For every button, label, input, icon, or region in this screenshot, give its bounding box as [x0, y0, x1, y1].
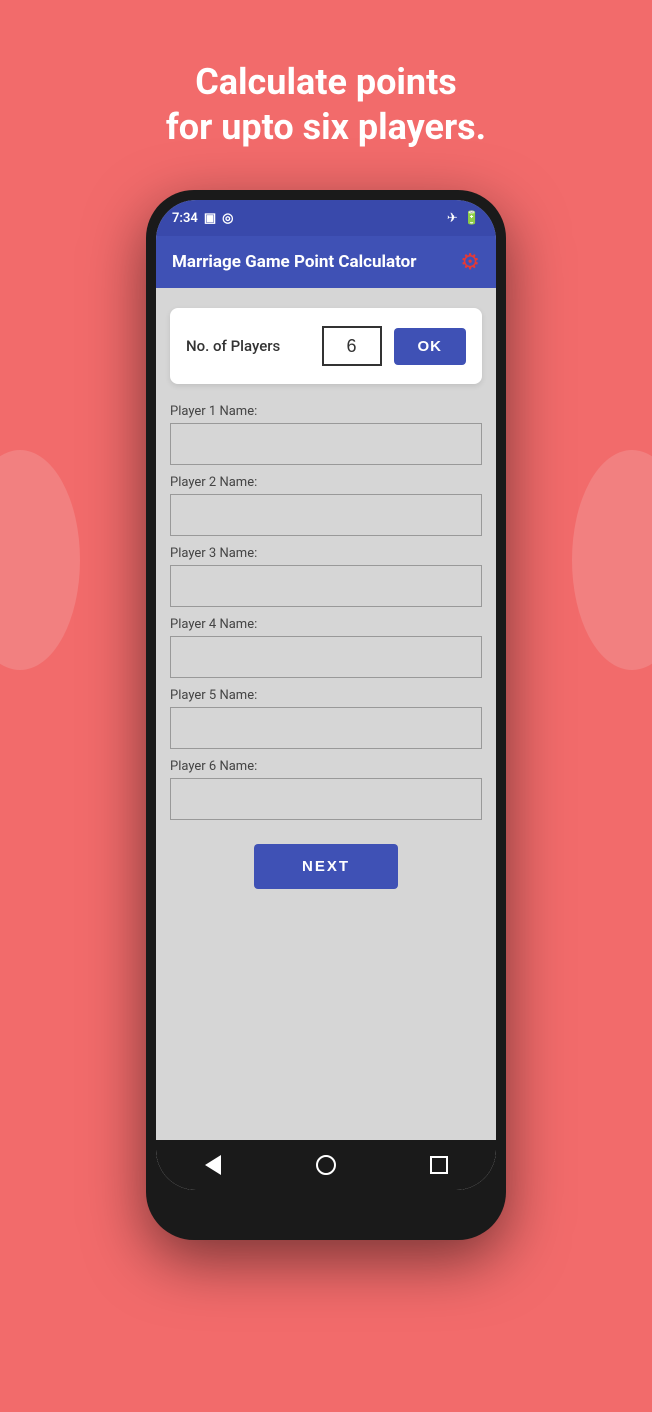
ok-button[interactable]: OK	[394, 328, 467, 365]
nav-home-button[interactable]	[312, 1151, 340, 1179]
nav-recents-button[interactable]	[425, 1151, 453, 1179]
player-4-label: Player 4 Name:	[170, 617, 482, 632]
airplane-icon: ✈	[447, 211, 458, 226]
player-5-input[interactable]	[170, 707, 482, 749]
player-4-input[interactable]	[170, 636, 482, 678]
back-icon	[205, 1155, 221, 1175]
player-6-label: Player 6 Name:	[170, 759, 482, 774]
blob-left-decoration	[0, 450, 80, 670]
player-3-group: Player 3 Name:	[170, 546, 482, 607]
phone-screen: 7:34 ▣ ◎ ✈ 🔋 Marriage Game Point Calcula…	[156, 200, 496, 1190]
player-6-input[interactable]	[170, 778, 482, 820]
nav-back-button[interactable]	[199, 1151, 227, 1179]
home-icon	[316, 1155, 336, 1175]
players-count-card: No. of Players OK	[170, 308, 482, 384]
sim-icon: ▣	[204, 211, 216, 226]
app-title: Marriage Game Point Calculator	[172, 252, 416, 272]
player-1-input[interactable]	[170, 423, 482, 465]
player-5-group: Player 5 Name:	[170, 688, 482, 749]
status-bar: 7:34 ▣ ◎ ✈ 🔋	[156, 200, 496, 236]
status-left: 7:34 ▣ ◎	[172, 211, 233, 226]
battery-icon: 🔋	[464, 211, 480, 226]
signal-icon: ◎	[222, 211, 233, 226]
blob-right-decoration	[572, 450, 652, 670]
player-2-group: Player 2 Name:	[170, 475, 482, 536]
players-count-input[interactable]	[322, 326, 382, 366]
next-button[interactable]: NEXT	[254, 844, 398, 889]
player-2-input[interactable]	[170, 494, 482, 536]
player-1-group: Player 1 Name:	[170, 404, 482, 465]
settings-icon[interactable]: ⚙	[460, 250, 480, 275]
app-toolbar: Marriage Game Point Calculator ⚙	[156, 236, 496, 288]
players-count-label: No. of Players	[186, 337, 310, 355]
phone-mockup: 7:34 ▣ ◎ ✈ 🔋 Marriage Game Point Calcula…	[146, 190, 506, 1240]
hero-headline: Calculate points for upto six players.	[166, 0, 486, 180]
screen-content: No. of Players OK Player 1 Name: Player …	[156, 288, 496, 1140]
recents-icon	[430, 1156, 448, 1174]
player-2-label: Player 2 Name:	[170, 475, 482, 490]
player-1-label: Player 1 Name:	[170, 404, 482, 419]
player-3-input[interactable]	[170, 565, 482, 607]
player-6-group: Player 6 Name:	[170, 759, 482, 820]
player-4-group: Player 4 Name:	[170, 617, 482, 678]
bottom-nav	[156, 1140, 496, 1190]
status-right: ✈ 🔋	[447, 211, 480, 226]
phone-shell: 7:34 ▣ ◎ ✈ 🔋 Marriage Game Point Calcula…	[146, 190, 506, 1240]
player-3-label: Player 3 Name:	[170, 546, 482, 561]
player-5-label: Player 5 Name:	[170, 688, 482, 703]
status-time: 7:34	[172, 211, 198, 226]
